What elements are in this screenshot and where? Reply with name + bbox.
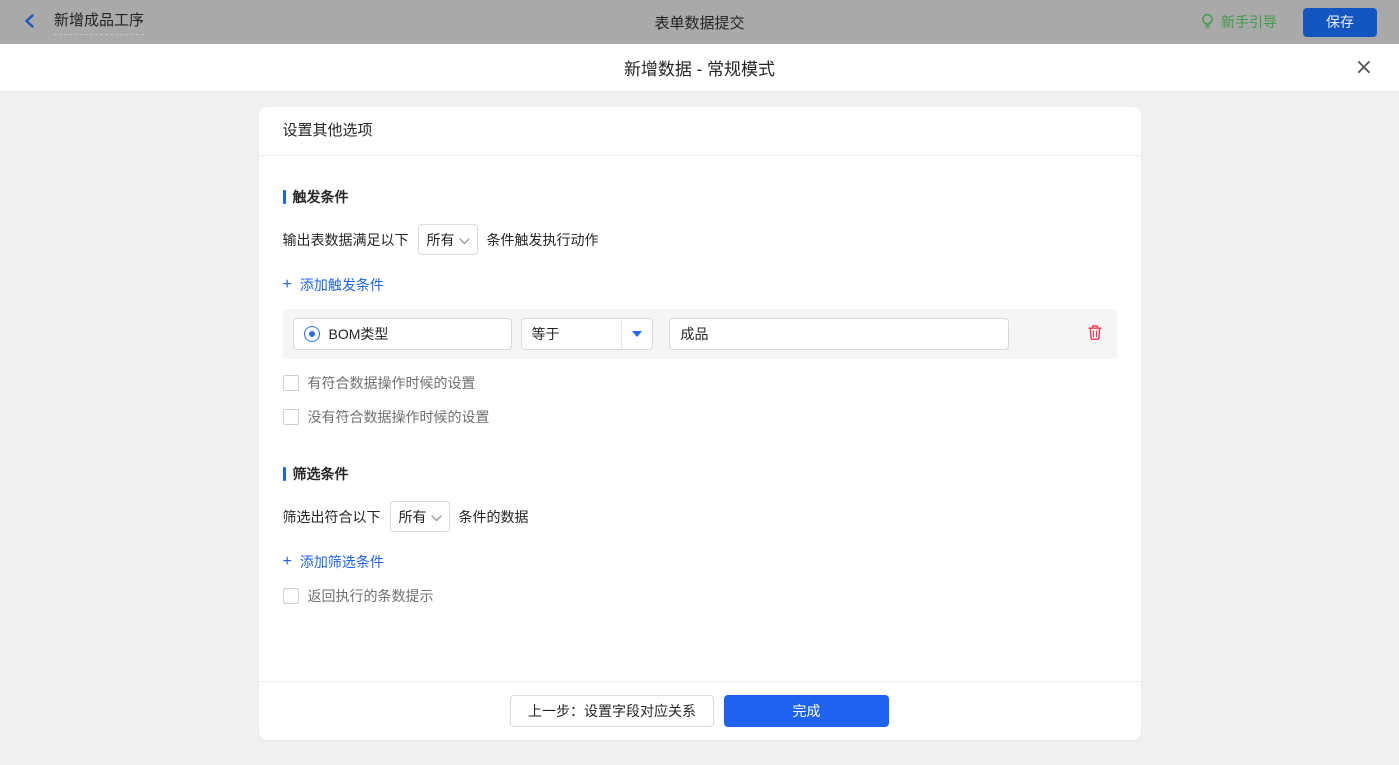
filter-match-select[interactable]: 所有 [390,501,450,532]
trigger-section-label: 触发条件 [293,187,349,207]
card-body: 触发条件 输出表数据满足以下 所有 条件触发执行动作 + 添加触发条件 [259,156,1141,681]
condition-field-select[interactable]: BOM类型 [293,318,512,350]
checkbox-no-match[interactable] [283,409,299,425]
card-header-title: 设置其他选项 [259,107,1141,156]
section-accent-bar [283,190,286,204]
trigger-match-row: 输出表数据满足以下 所有 条件触发执行动作 [283,224,1117,255]
trigger-match-select[interactable]: 所有 [418,224,478,255]
caret-down-icon [632,331,642,337]
plus-icon: + [283,277,292,293]
card-footer: 上一步：设置字段对应关系 完成 [259,681,1141,740]
add-trigger-condition-label: 添加触发条件 [300,275,384,295]
page-title: 表单数据提交 [654,12,744,33]
chevron-down-icon [459,232,470,248]
add-filter-condition-label: 添加筛选条件 [300,552,384,572]
checkbox-match-found[interactable] [283,375,299,391]
filter-match-suffix: 条件的数据 [459,507,529,527]
trigger-condition-row: BOM类型 等于 [283,309,1117,359]
save-button[interactable]: 保存 [1303,8,1377,37]
trash-icon [1087,324,1103,344]
filter-match-select-value: 所有 [399,507,427,527]
plus-icon: + [283,554,292,570]
options-card: 设置其他选项 触发条件 输出表数据满足以下 所有 条件触发执行动作 [259,107,1141,740]
section-accent-bar [283,467,286,481]
checkbox-no-match-label: 没有符合数据操作时候的设置 [308,407,490,427]
filter-match-row: 筛选出符合以下 所有 条件的数据 [283,501,1117,532]
trigger-section-title: 触发条件 [283,187,1117,207]
modal-title: 新增数据 - 常规模式 [624,55,775,80]
filter-match-prefix: 筛选出符合以下 [283,507,381,527]
operator-dropdown-zone[interactable] [621,319,652,349]
filter-section-label: 筛选条件 [293,464,349,484]
trigger-match-prefix: 输出表数据满足以下 [283,230,409,250]
checkbox-row-no-match: 没有符合数据操作时候的设置 [283,407,1117,427]
trigger-match-select-value: 所有 [427,230,455,250]
condition-operator-select[interactable]: 等于 [521,318,653,350]
delete-condition-button[interactable] [1087,324,1103,344]
beginner-guide-label: 新手引导 [1221,12,1277,32]
condition-field-value: BOM类型 [329,324,389,344]
top-bar-right: 新手引导 保存 [1200,8,1377,37]
chevron-down-icon [431,509,442,525]
chevron-left-icon [22,13,38,32]
previous-step-button[interactable]: 上一步：设置字段对应关系 [510,695,714,727]
top-bar: 新增成品工序 表单数据提交 新手引导 保存 [0,0,1399,44]
beginner-guide-button[interactable]: 新手引导 [1200,12,1277,32]
modal-header: 新增数据 - 常规模式 × [0,44,1399,92]
add-filter-condition-link[interactable]: + 添加筛选条件 [283,552,384,572]
add-trigger-condition-link[interactable]: + 添加触发条件 [283,275,384,295]
flow-title[interactable]: 新增成品工序 [54,9,144,35]
checkbox-row-match-found: 有符合数据操作时候的设置 [283,373,1117,393]
modal-content: 设置其他选项 触发条件 输出表数据满足以下 所有 条件触发执行动作 [0,107,1399,765]
radio-field-type-icon [304,326,320,342]
checkbox-return-count-label: 返回执行的条数提示 [308,586,434,606]
checkbox-return-count[interactable] [283,588,299,604]
back-button[interactable] [22,13,38,32]
condition-value-input[interactable] [669,318,1009,350]
lightbulb-icon [1200,13,1215,32]
filter-section-title: 筛选条件 [283,464,1117,484]
condition-operator-value: 等于 [522,324,621,344]
close-icon[interactable]: × [1355,57,1373,79]
checkbox-row-return-count: 返回执行的条数提示 [283,586,1117,606]
top-bar-left: 新增成品工序 [22,9,144,35]
page: 新增成品工序 表单数据提交 新手引导 保存 新增数据 - 常规模式 × 设置其他… [0,0,1399,750]
trigger-match-suffix: 条件触发执行动作 [487,230,599,250]
checkbox-match-found-label: 有符合数据操作时候的设置 [308,373,476,393]
done-button[interactable]: 完成 [724,695,889,727]
